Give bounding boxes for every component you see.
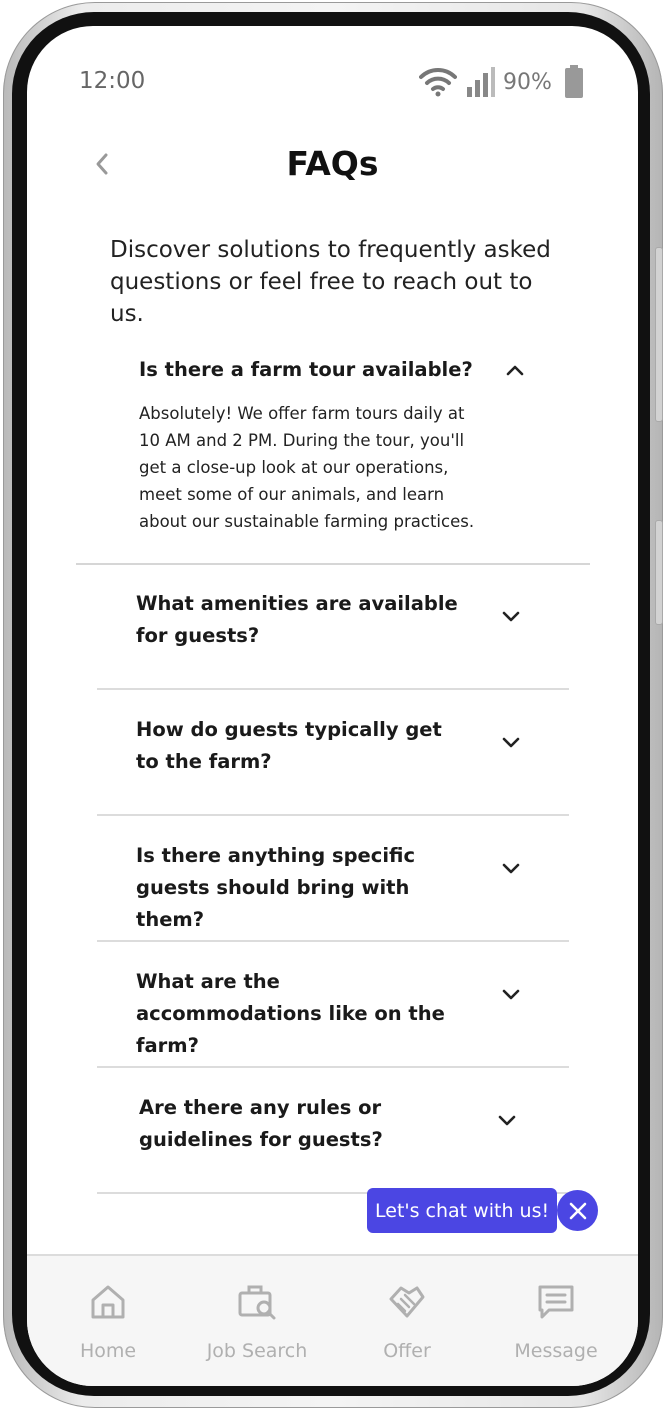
volume-button [655,247,663,422]
status-icons: 90% [419,65,584,98]
faq-question[interactable]: How do guests typically get to the farm? [136,714,466,778]
power-button [655,520,663,625]
faq-question[interactable]: Are there any rules or guidelines for gu… [139,1092,469,1156]
close-icon [569,1202,586,1219]
chevron-down-icon[interactable] [499,731,523,755]
faq-item[interactable]: How do guests typically get to the farm? [97,690,569,816]
screen: 12:00 90% FAQs Discover solutions to fre… [27,26,638,1386]
faq-item-expanded[interactable]: Is there a farm tour available? Absolute… [76,348,590,565]
page-title: FAQs [286,144,379,183]
tab-label: Job Search [206,1340,308,1362]
tab-message[interactable]: Message [481,1256,631,1386]
chevron-down-icon[interactable] [499,983,523,1007]
chat-close-button[interactable] [557,1190,598,1231]
intro-text: Discover solutions to frequently asked q… [110,237,551,327]
battery-percent: 90% [503,69,552,95]
battery-icon [564,65,583,98]
job-search-icon [237,1282,277,1322]
faq-item[interactable]: What are the accommodations like on the … [97,942,569,1068]
tab-label: Home [79,1340,137,1362]
chat-button[interactable]: Let's chat with us! [367,1188,558,1233]
faq-item[interactable]: Are there any rules or guidelines for gu… [97,1068,569,1194]
faq-item[interactable]: Is there anything specific guests should… [97,816,569,942]
faq-answer: Absolutely! We offer farm tours daily at… [139,404,475,531]
tab-label: Offer [383,1340,431,1362]
bottom-tab-bar: Home Job Search Offer Message [27,1254,638,1386]
faq-question[interactable]: Is there a farm tour available? [139,358,473,381]
faq-question[interactable]: What are the accommodations like on the … [136,966,466,1062]
faq-item[interactable]: What amenities are available for guests? [97,564,569,690]
home-icon [88,1282,128,1322]
tab-job-search[interactable]: Job Search [182,1256,332,1386]
tab-home[interactable]: Home [33,1256,183,1386]
tab-label: Message [514,1340,598,1362]
chevron-down-icon[interactable] [499,857,523,881]
chevron-down-icon[interactable] [499,605,523,629]
message-icon [536,1282,576,1322]
chevron-up-icon[interactable] [503,358,527,382]
handshake-icon [387,1282,427,1322]
tab-offer[interactable]: Offer [332,1256,482,1386]
status-time: 12:00 [79,68,146,94]
faq-question[interactable]: Is there anything specific guests should… [136,840,466,936]
faq-question[interactable]: What amenities are available for guests? [136,588,466,652]
signal-icon [467,67,495,97]
chevron-down-icon[interactable] [495,1109,519,1133]
wifi-icon [419,67,457,97]
